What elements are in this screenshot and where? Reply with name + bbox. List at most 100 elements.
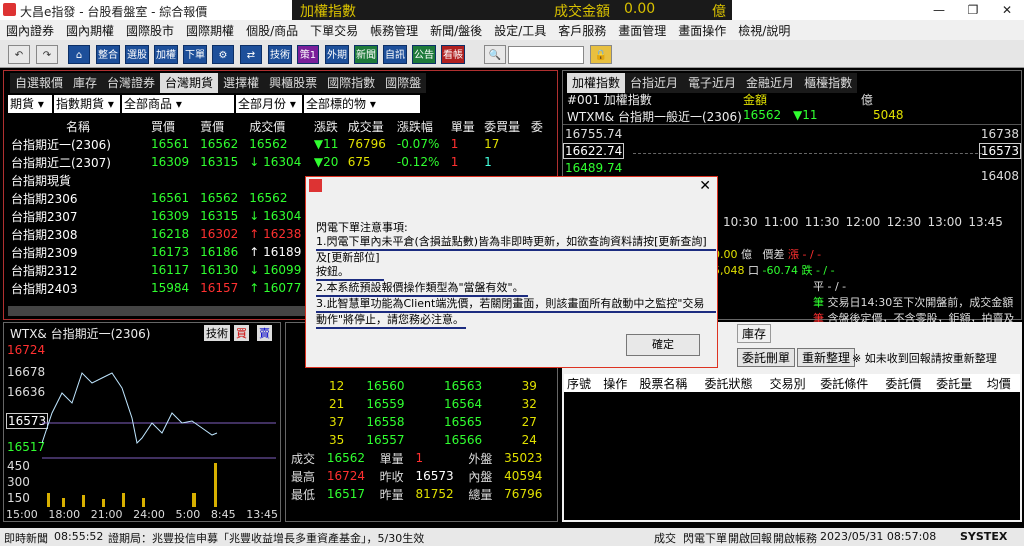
col-header[interactable]: 單量 [448,117,481,135]
table-row[interactable]: 台指期近一(2306) 16561 16562 16562 ▼11 76796 -0.07%… [8,135,548,153]
flash-order-button[interactable]: 閃電下單 [683,530,727,546]
menu-item[interactable]: 國內期權 [60,22,120,39]
open-report-button[interactable]: 開啟回報 [728,530,772,546]
menu-item[interactable]: 檢視/說明 [732,22,796,39]
table-row[interactable]: 21 16559 16564 32 [326,395,556,413]
col-header[interactable]: 賣價 [197,117,246,135]
filter-select[interactable]: 指數期貨 ▾ [54,95,120,113]
menu-item[interactable]: 畫面操作 [672,22,732,39]
news-label[interactable]: 即時新聞 [4,530,48,546]
col-header[interactable]: 委託條件 [817,374,882,392]
filter-select[interactable]: 全部商品 ▾ [122,95,234,113]
announcement-button[interactable]: 公告 [412,45,436,64]
col-header[interactable]: 委託價 [882,374,933,392]
menu-item[interactable]: 下單交易 [304,22,364,39]
axis-label: 450 [7,459,30,473]
menu-item[interactable]: 客戶服務 [552,22,612,39]
technical-button[interactable]: 技術 [204,325,230,341]
strategy-button[interactable]: 策1 [297,45,319,64]
tab-weighted-index[interactable]: 加權指數 [567,73,626,93]
time-label: 24:00 [133,508,165,521]
cancel-order-button[interactable]: 委託刪單 [737,348,796,367]
buy-button[interactable]: 買 [234,325,249,341]
tab-intl-index[interactable]: 國際指數 [322,73,380,93]
gear-icon[interactable]: ⚙ [212,45,234,64]
menu-item[interactable]: 國內證券 [0,22,60,39]
filter-select[interactable]: 全部月份 ▾ [236,95,302,113]
table-row[interactable]: 12 16560 16563 39 [326,377,556,395]
menu-item[interactable]: 個股/商品 [240,22,304,39]
volume-value: 0.00 [624,1,656,17]
menu-item[interactable]: 畫面管理 [612,22,672,39]
confirm-button[interactable]: 確定 [626,334,700,356]
tab-watchlist[interactable]: 自選報價 [10,73,68,93]
tab-intl-market[interactable]: 國際盤 [380,73,426,93]
col-header[interactable]: 委託量 [933,374,984,392]
integrate-button[interactable]: 整合 [96,45,120,64]
title-bar: 大昌e指發 - 台股看盤室 - 綜合報價 加權指數 成交金額 0.00 億 — … [0,0,1024,20]
tab-tw-futures[interactable]: 台灣期貨 [160,73,219,93]
col-header[interactable]: 均價 [984,374,1020,392]
col-header[interactable]: 操作 [600,374,636,392]
refresh-button[interactable]: 重新整理 [797,348,856,367]
col-header[interactable]: 成交量 [345,117,394,135]
transfer-icon[interactable]: ⇄ [240,45,262,64]
self-info-button[interactable]: 自訊 [383,45,407,64]
menu-item[interactable]: 國際期權 [180,22,240,39]
tab-inventory[interactable]: 庫存 [68,73,102,93]
tab-otc-index[interactable]: 櫃檯指數 [799,73,857,93]
tab-elec-near[interactable]: 電子近月 [683,73,741,93]
tab-tx-near[interactable]: 台指近月 [625,73,683,93]
undo-icon[interactable]: ↶ [8,45,30,64]
menu-item[interactable]: 帳務管理 [364,22,424,39]
table-row[interactable]: 台指期近二(2307) 16309 16315 ↓ 16304 ▼20 675 -0.12%… [8,153,548,171]
col-header[interactable]: 漲跌幅 [394,117,448,135]
status-bar: 即時新聞 08:55:52 證期局：兆豐投信申募「兆豐收益增長多重資產基金」，5… [0,528,1024,546]
tab-options[interactable]: 選擇權 [218,73,264,93]
filter-select[interactable]: 期貨 ▾ [8,95,52,113]
col-header[interactable]: 漲跌 [311,117,345,135]
menu-item[interactable]: 設定/工具 [488,22,552,39]
select-stock-button[interactable]: 選股 [125,45,149,64]
tab-inventory[interactable]: 庫存 [737,324,772,343]
news-button[interactable]: 新聞 [354,45,378,64]
col-header[interactable]: 成交價 [246,117,311,135]
col-header[interactable]: 委買量 [481,117,528,135]
home-icon[interactable]: ⌂ [68,45,90,64]
table-row[interactable]: 37 16558 16565 27 [326,413,556,431]
weighted-button[interactable]: 加權 [154,45,178,64]
close-icon[interactable]: ✕ [990,0,1024,20]
restore-icon[interactable]: ❐ [956,0,990,20]
redo-icon[interactable]: ↷ [36,45,58,64]
menu-item[interactable]: 國際股市 [120,22,180,39]
symbol-input[interactable] [508,46,584,64]
order-button[interactable]: 下單 [183,45,207,64]
foreign-futures-button[interactable]: 外期 [325,45,349,64]
col-header[interactable]: 名稱 [8,117,148,135]
search-icon[interactable]: 🔍 [484,45,506,64]
tab-tw-stocks[interactable]: 台灣證券 [102,73,160,93]
close-icon[interactable]: ✕ [699,178,711,194]
table-row[interactable]: 35 16557 16566 24 [326,431,556,449]
open-account-button[interactable]: 開啟帳務 [773,530,817,546]
menu-item[interactable]: 新聞/盤後 [424,22,488,39]
col-header[interactable]: 交易別 [767,374,818,392]
col-header[interactable]: 股票名稱 [636,374,701,392]
sell-button[interactable]: 賣 [257,325,272,341]
col-header[interactable]: 買價 [148,117,197,135]
col-header[interactable]: 委 [528,117,548,135]
lock-icon[interactable]: 🔒 [590,45,612,64]
tab-fin-near[interactable]: 金融近月 [741,73,799,93]
technical-button[interactable]: 技術 [268,45,292,64]
news-message[interactable]: 證期局：兆豐投信申募「兆豐收益增長多重資產基金」，5/30生效 [108,530,424,546]
account-button[interactable]: 看帳 [441,45,465,64]
time-label: 15:00 [6,508,38,521]
col-header[interactable]: 委託狀態 [702,374,767,392]
dialog-heading: 閃電下單注意事項: [316,221,408,234]
tab-emerging[interactable]: 興櫃股票 [264,73,322,93]
status-trades[interactable]: 成交 [654,530,676,546]
minimize-icon[interactable]: — [922,0,956,20]
time-label: 8:45 [210,508,236,521]
filter-select[interactable]: 全部標的物 ▾ [304,95,420,113]
col-header[interactable]: 序號 [564,374,600,392]
